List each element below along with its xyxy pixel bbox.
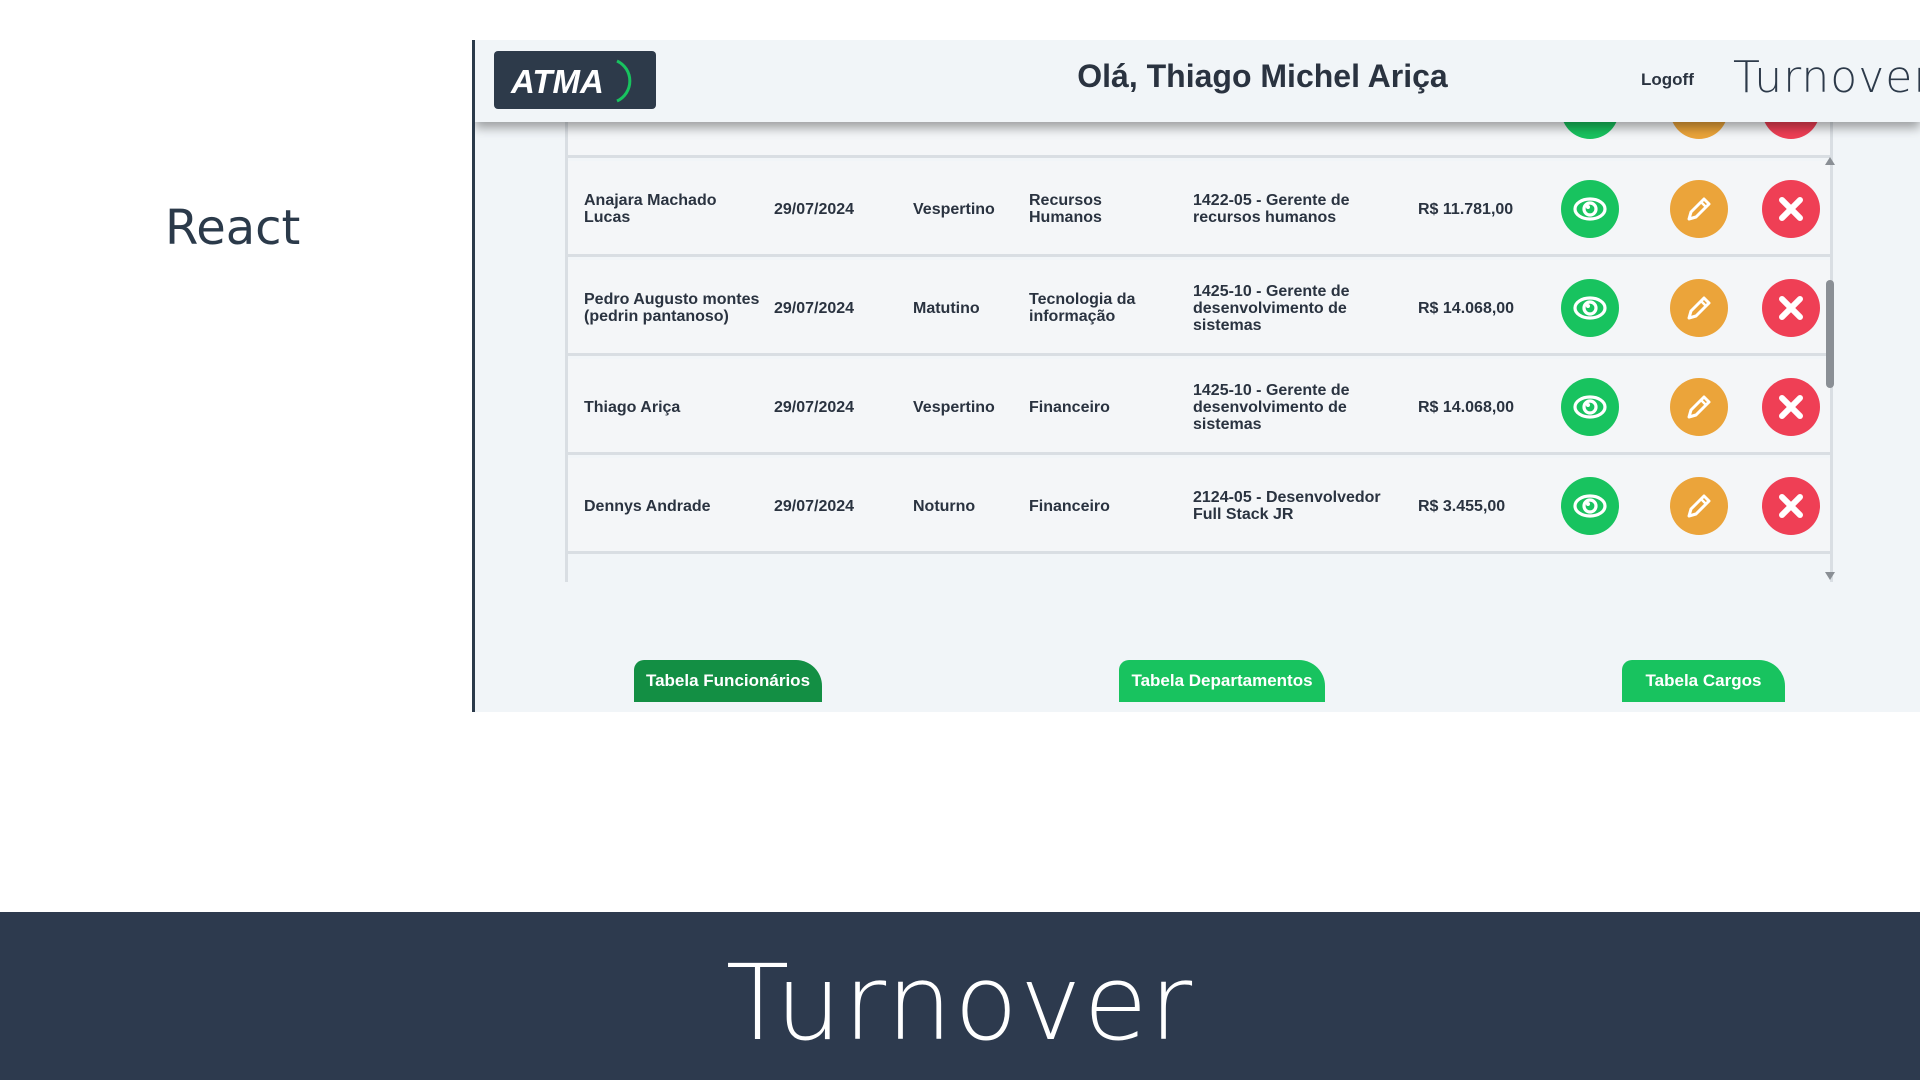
scroll-thumb[interactable] bbox=[1826, 280, 1834, 388]
edit-button-cell bbox=[1667, 161, 1731, 257]
view-button-cell bbox=[1558, 458, 1622, 554]
close-icon bbox=[1774, 291, 1808, 325]
admission-date bbox=[774, 122, 884, 158]
pencil-icon bbox=[1682, 192, 1716, 226]
delete-button[interactable] bbox=[1762, 122, 1820, 139]
brand-logo-small: Turnover bbox=[1733, 52, 1920, 103]
department: Financeiro bbox=[1029, 398, 1110, 416]
table-row: Thiago Ariça 29/07/2024 Vespertino Financei… bbox=[568, 359, 1830, 455]
department: informação bbox=[1029, 122, 1179, 158]
salary: R$ 3.455,00 bbox=[1418, 497, 1506, 515]
close-icon bbox=[1774, 192, 1808, 226]
view-button[interactable] bbox=[1561, 477, 1619, 535]
shift: Matutino bbox=[913, 299, 980, 317]
eye-icon bbox=[1570, 288, 1610, 328]
shift: Vespertino bbox=[913, 200, 995, 218]
slide-label: React bbox=[165, 200, 301, 256]
admission-date: 29/07/2024 bbox=[774, 398, 855, 416]
table-body: Leme RussoinformaçãosistemasAnajara Mach… bbox=[565, 122, 1833, 582]
tab-departamentos[interactable]: Tabela Departamentos bbox=[1119, 660, 1325, 702]
delete-button[interactable] bbox=[1762, 477, 1820, 535]
employee-name: Dennys Andrade bbox=[584, 497, 711, 515]
app-window: ATMA Olá, Thiago Michel Ariça Logoff Tur… bbox=[475, 40, 1920, 712]
delete-button-cell bbox=[1759, 359, 1823, 455]
salary: R$ 14.068,00 bbox=[1418, 299, 1515, 317]
edit-button[interactable] bbox=[1670, 122, 1728, 139]
greeting: Olá, Thiago Michel Ariça bbox=[1077, 58, 1448, 94]
employee-name: Pedro Augusto montes (pedrin pantanoso) bbox=[584, 291, 760, 325]
employee-name: Anajara Machado Lucas bbox=[584, 192, 717, 226]
pencil-icon bbox=[1682, 122, 1716, 127]
shift: Vespertino bbox=[913, 398, 995, 416]
edit-button-cell bbox=[1667, 122, 1731, 158]
delete-button[interactable] bbox=[1762, 378, 1820, 436]
app-header: ATMA Olá, Thiago Michel Ariça Logoff Tur… bbox=[475, 40, 1920, 122]
scrollbar[interactable] bbox=[1823, 155, 1837, 580]
shift: Noturno bbox=[913, 497, 976, 515]
logoff-button[interactable]: Logoff bbox=[1641, 70, 1694, 90]
edit-button[interactable] bbox=[1670, 279, 1728, 337]
view-button-cell bbox=[1558, 359, 1622, 455]
slide: React ATMA Olá, Thiago Michel Ariça Logo… bbox=[0, 0, 1920, 1080]
view-button[interactable] bbox=[1561, 279, 1619, 337]
delete-button[interactable] bbox=[1762, 279, 1820, 337]
salary bbox=[1418, 122, 1538, 158]
footer: Turnover bbox=[0, 912, 1920, 1080]
scroll-up-arrow[interactable] bbox=[1825, 157, 1835, 165]
delete-button[interactable] bbox=[1762, 180, 1820, 238]
close-icon bbox=[1774, 489, 1808, 523]
table-row: Dennys Andrade 29/07/2024 Noturno Financeir… bbox=[568, 458, 1830, 554]
edit-button-cell bbox=[1667, 260, 1731, 356]
department: Recursos Humanos bbox=[1029, 192, 1102, 226]
delete-button-cell bbox=[1759, 122, 1823, 158]
role: 1422-05 - Gerente de recursos humanos bbox=[1193, 192, 1350, 226]
table-row: Leme Russo informação sistemas bbox=[568, 122, 1830, 158]
admission-date: 29/07/2024 bbox=[774, 299, 855, 317]
department: Financeiro bbox=[1029, 497, 1110, 515]
admission-date: 29/07/2024 bbox=[774, 200, 855, 218]
edit-button[interactable] bbox=[1670, 180, 1728, 238]
eye-icon bbox=[1570, 486, 1610, 526]
table-row: Pedro Augusto montes (pedrin pantanoso) 2… bbox=[568, 260, 1830, 356]
pencil-icon bbox=[1682, 489, 1716, 523]
eye-icon bbox=[1570, 387, 1610, 427]
tab-funcionarios[interactable]: Tabela Funcionários bbox=[634, 660, 822, 702]
delete-button-cell bbox=[1759, 458, 1823, 554]
role: 2124-05 - Desenvolvedor Full Stack JR bbox=[1193, 489, 1381, 523]
employees-table: Leme RussoinformaçãosistemasAnajara Mach… bbox=[565, 122, 1850, 582]
view-button-cell bbox=[1558, 260, 1622, 356]
eye-icon bbox=[1570, 122, 1610, 130]
scroll-down-arrow[interactable] bbox=[1825, 572, 1835, 580]
edit-button-cell bbox=[1667, 458, 1731, 554]
employee-name: Leme Russo bbox=[584, 122, 764, 158]
delete-button-cell bbox=[1759, 161, 1823, 257]
employee-name: Thiago Ariça bbox=[584, 398, 681, 416]
role: 1425-10 - Gerente de desenvolvimento de … bbox=[1193, 282, 1350, 334]
pencil-icon bbox=[1682, 291, 1716, 325]
view-button-cell bbox=[1558, 161, 1622, 257]
edit-button-cell bbox=[1667, 359, 1731, 455]
delete-button-cell bbox=[1759, 260, 1823, 356]
salary: R$ 11.781,00 bbox=[1418, 200, 1514, 218]
close-icon bbox=[1774, 122, 1808, 127]
brand-logo-large: Turnover bbox=[725, 942, 1195, 1064]
department: Tecnologia da informação bbox=[1029, 291, 1136, 325]
edit-button[interactable] bbox=[1670, 378, 1728, 436]
tab-cargos[interactable]: Tabela Cargos bbox=[1622, 660, 1785, 702]
role: 1425-10 - Gerente de desenvolvimento de … bbox=[1193, 381, 1350, 433]
shift bbox=[913, 122, 1023, 158]
edit-button[interactable] bbox=[1670, 477, 1728, 535]
role: sistemas bbox=[1193, 122, 1398, 158]
view-button[interactable] bbox=[1561, 180, 1619, 238]
view-button[interactable] bbox=[1561, 378, 1619, 436]
admission-date: 29/07/2024 bbox=[774, 497, 855, 515]
close-icon bbox=[1774, 390, 1808, 424]
view-button[interactable] bbox=[1561, 122, 1619, 139]
table-row: Anajara Machado Lucas 29/07/2024 Vespertin… bbox=[568, 161, 1830, 257]
salary: R$ 14.068,00 bbox=[1418, 398, 1515, 416]
pencil-icon bbox=[1682, 390, 1716, 424]
view-button-cell bbox=[1558, 122, 1622, 158]
eye-icon bbox=[1570, 189, 1610, 229]
